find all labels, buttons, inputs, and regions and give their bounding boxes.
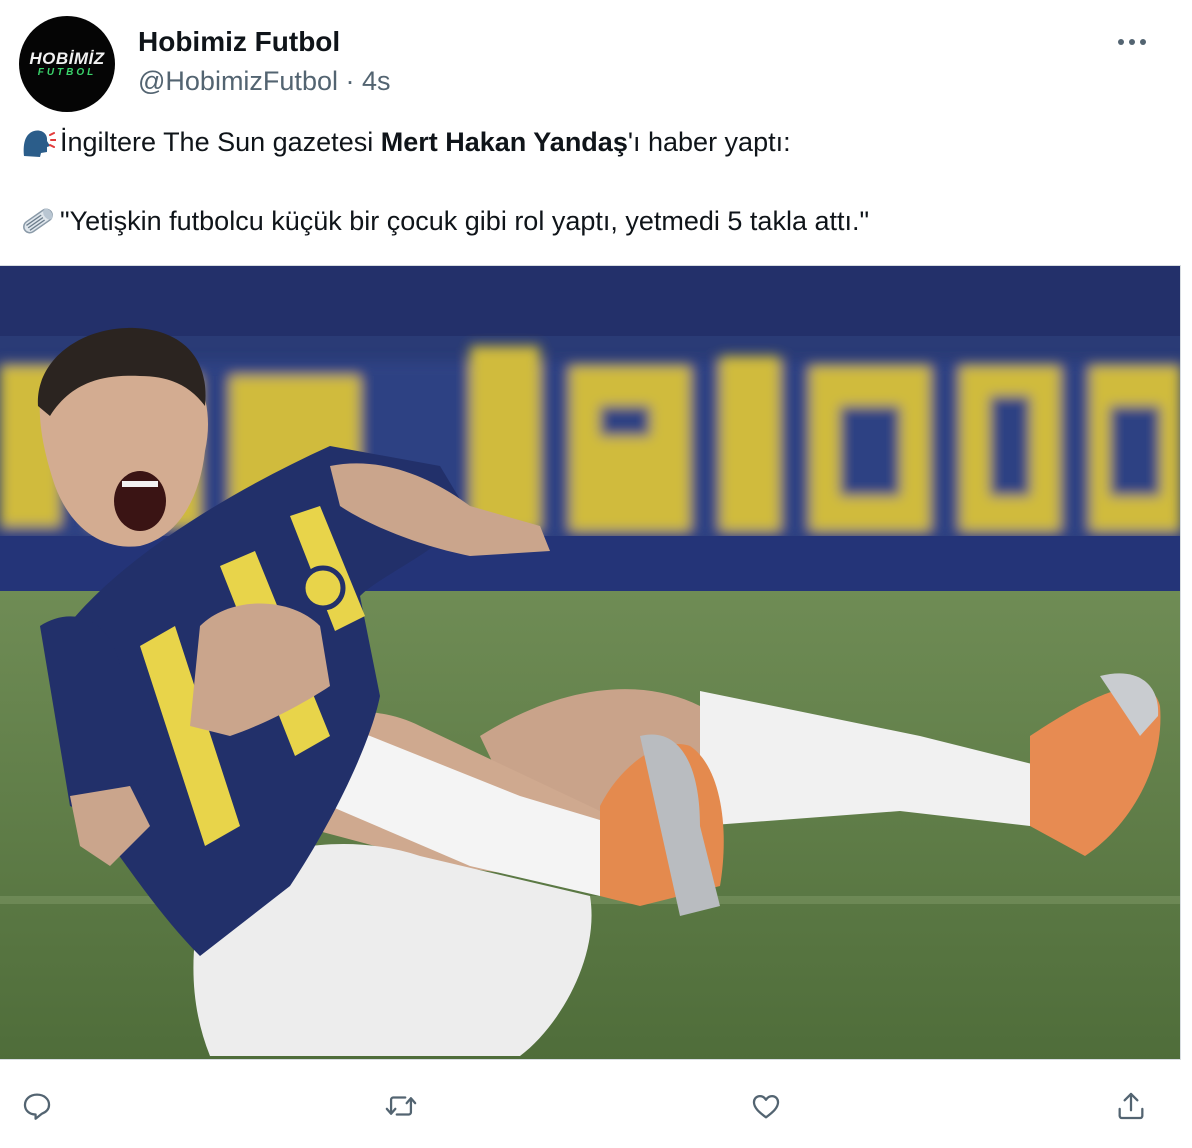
tweet-text-line-1: İngiltere The Sun gazetesi Mert Hakan Ya… [20, 124, 791, 160]
tweet-meta: @HobimizFutbol · 4s [138, 66, 391, 97]
retweet-button[interactable] [381, 1086, 421, 1126]
retweet-arrows-icon [385, 1096, 417, 1116]
tweet-quote-text: "Yetişkin futbolcu küçük bir çocuk gibi … [60, 205, 870, 236]
more-options-button[interactable] [1112, 28, 1152, 56]
speech-bubble-icon [23, 1093, 51, 1120]
display-name[interactable]: Hobimiz Futbol [138, 26, 340, 58]
like-button[interactable] [746, 1086, 786, 1126]
avatar-logo-top: HOBİMİZ [29, 49, 105, 68]
football-player-photo [0, 266, 1180, 1059]
share-upload-icon [1118, 1092, 1144, 1120]
meta-separator: · [345, 66, 355, 96]
avatar-logo-bottom: FUTBOL [37, 67, 97, 78]
tweet-text-bold-name: Mert Hakan Yandaş [380, 126, 628, 157]
share-button[interactable] [1111, 1086, 1151, 1126]
tweet-text-prefix: İngiltere The Sun gazetesi [60, 126, 381, 157]
reply-button[interactable] [17, 1086, 57, 1126]
timestamp[interactable]: 4s [362, 66, 391, 96]
tweet-text-suffix: 'ı haber yaptı: [627, 126, 791, 157]
heart-icon [752, 1094, 780, 1119]
tweet-photo[interactable] [0, 265, 1181, 1060]
tweet-text-line-2: "Yetişkin futbolcu küçük bir çocuk gibi … [20, 203, 869, 239]
avatar[interactable]: HOBİMİZ FUTBOL [19, 16, 115, 112]
more-dot-icon [1140, 39, 1146, 45]
rolled-newspaper-icon [23, 208, 53, 234]
handle[interactable]: @HobimizFutbol [138, 66, 338, 96]
speaking-head-icon [23, 130, 56, 157]
tweet[interactable]: HOBİMİZ FUTBOL Hobimiz Futbol @HobimizFu… [0, 0, 1192, 1148]
more-dot-icon [1118, 39, 1124, 45]
more-dot-icon [1129, 39, 1135, 45]
